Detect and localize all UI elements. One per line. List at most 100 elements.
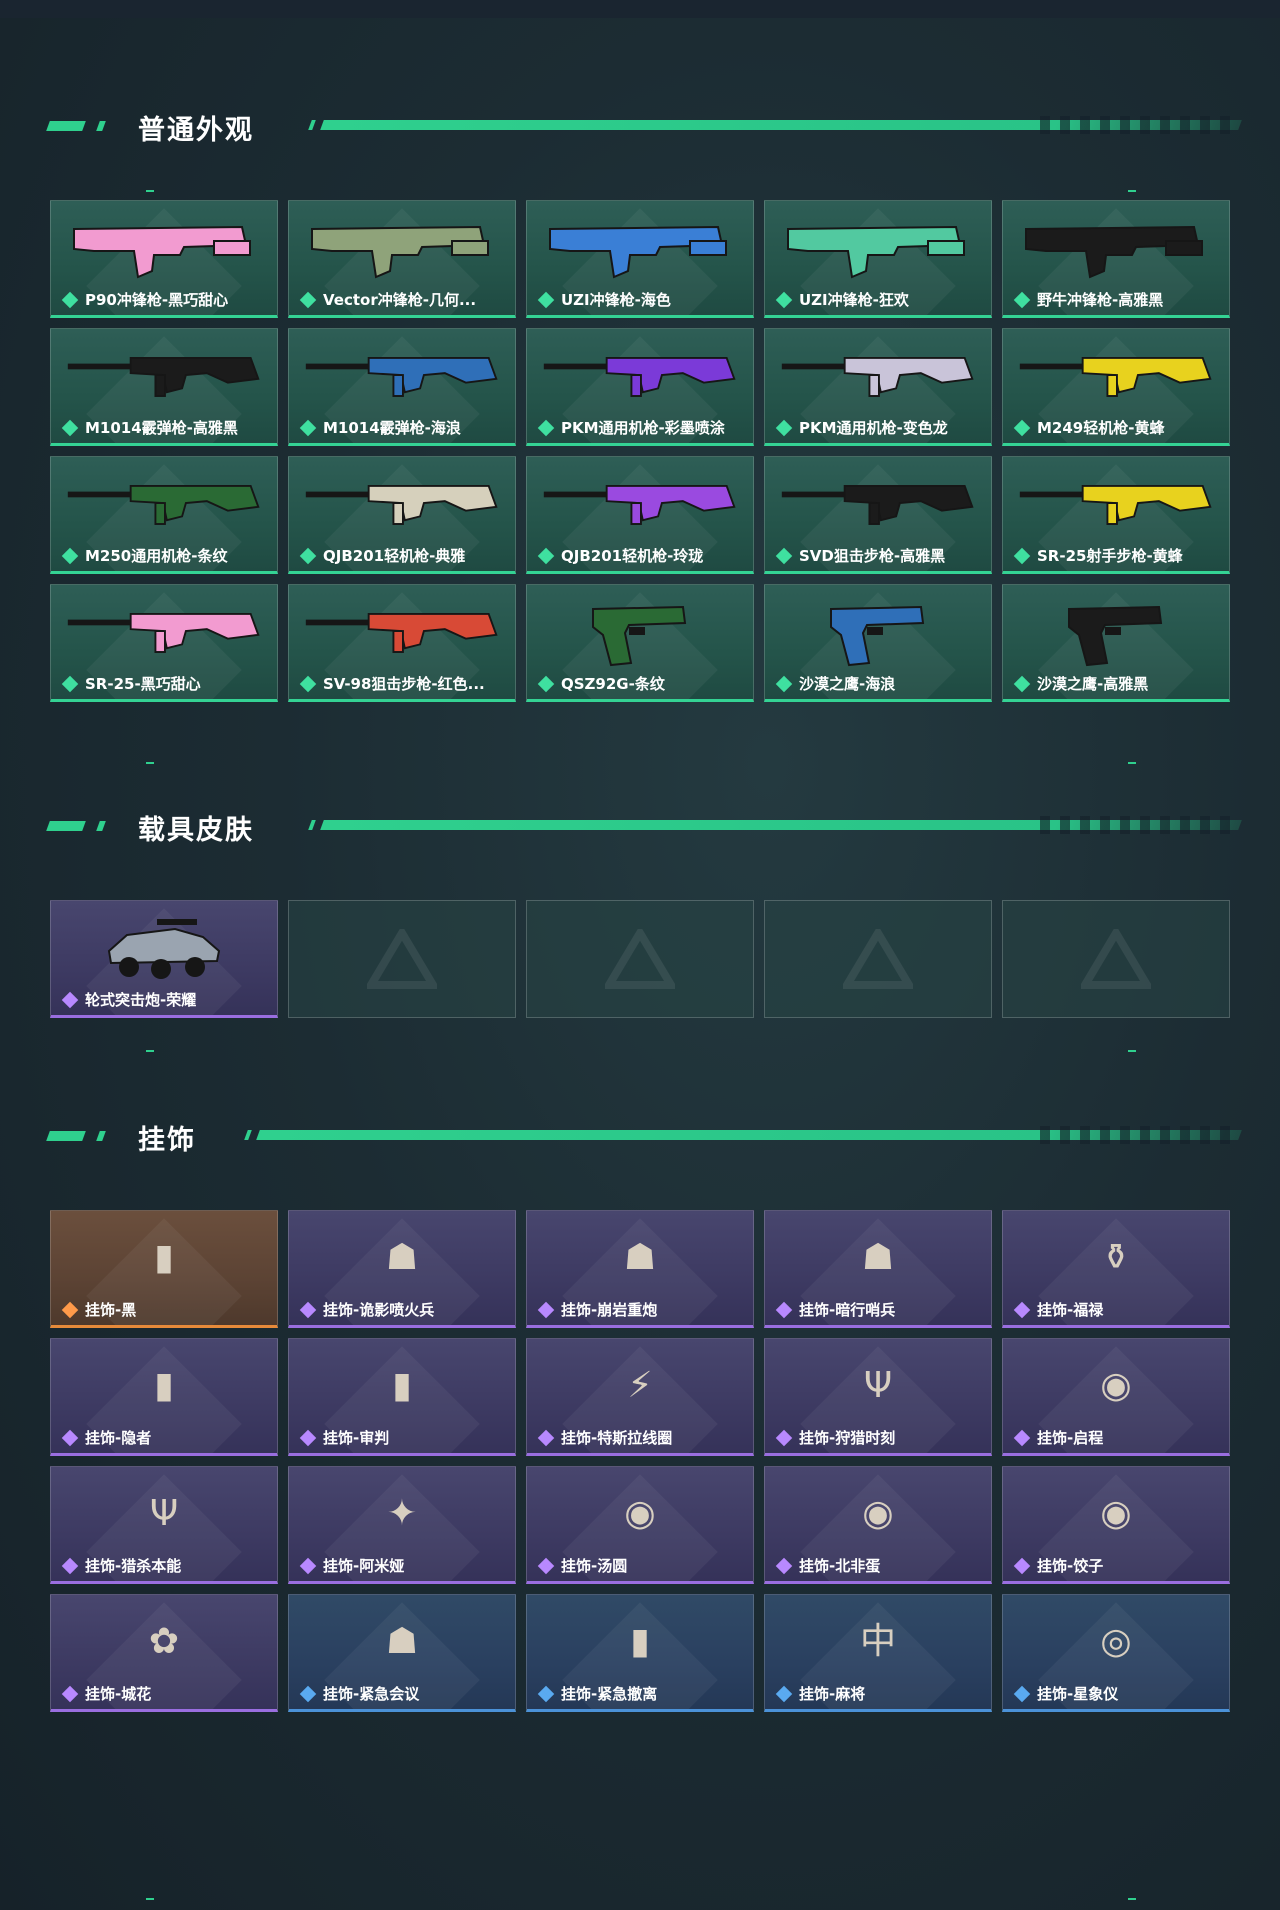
weapons-item-card[interactable]: PKM通用机枪-变色龙 (764, 328, 992, 446)
rarity-diamond-icon (775, 419, 793, 437)
machine-gun-icon (302, 465, 502, 543)
charms-item-card[interactable]: Ψ 挂饰-狩猎时刻 (764, 1338, 992, 1456)
shotgun-icon (64, 337, 264, 415)
charms-item-card[interactable]: ◉ 挂饰-北非蛋 (764, 1466, 992, 1584)
machine-gun-icon (540, 465, 740, 543)
item-name: 挂饰-福禄 (1037, 1301, 1104, 1319)
charms-item-card[interactable]: Ψ 挂饰-猎杀本能 (50, 1466, 278, 1584)
header-checker (1040, 116, 1240, 134)
header-checker (1040, 816, 1240, 834)
header-dash (96, 1131, 106, 1141)
weapons-item-card[interactable]: PKM通用机枪-彩墨喷涂 (526, 328, 754, 446)
item-name: 挂饰-暗行哨兵 (799, 1301, 896, 1319)
accent-mark (1128, 1898, 1136, 1900)
rarity-diamond-icon (1013, 547, 1031, 565)
charms-item-card[interactable]: ☗ 挂饰-暗行哨兵 (764, 1210, 992, 1328)
weapons-item-card[interactable]: QJB201轻机枪-玲珑 (526, 456, 754, 574)
rarity-diamond-icon (1013, 1685, 1031, 1703)
rarity-diamond-icon (537, 1685, 555, 1703)
weapons-item-card[interactable]: 野牛冲锋枪-高雅黑 (1002, 200, 1230, 318)
charms-item-card[interactable]: ☗ 挂饰-崩岩重炮 (526, 1210, 754, 1328)
charm-icon: ◉ (862, 1493, 894, 1534)
charm-icon: ☗ (861, 1237, 895, 1278)
charms-item-card[interactable]: ✦ 挂饰-阿米娅 (288, 1466, 516, 1584)
section-title: 载具皮肤 (138, 815, 254, 846)
charms-item-card[interactable]: ◎ 挂饰-星象仪 (1002, 1594, 1230, 1712)
weapons-item-card[interactable]: M250通用机枪-条纹 (50, 456, 278, 574)
item-name: 挂饰-启程 (1037, 1429, 1104, 1447)
charms-item-card[interactable]: ▮ 挂饰-隐者 (50, 1338, 278, 1456)
charms-item-card[interactable]: ▮ 挂饰-紧急撤离 (526, 1594, 754, 1712)
weapons-item-card[interactable]: SVD狙击步枪-高雅黑 (764, 456, 992, 574)
item-name: 野牛冲锋枪-高雅黑 (1037, 291, 1164, 309)
rarity-diamond-icon (299, 1685, 317, 1703)
weapons-item-card[interactable]: UZI冲锋枪-狂欢 (764, 200, 992, 318)
weapons-item-card[interactable]: SR-25射手步枪-黄蜂 (1002, 456, 1230, 574)
smg-icon (302, 209, 502, 287)
smg-icon (64, 209, 264, 287)
accent-mark (146, 190, 154, 192)
weapons-item-card[interactable]: 沙漠之鹰-海浪 (764, 584, 992, 702)
sniper-rifle-icon (778, 465, 978, 543)
placeholder-logo-icon (367, 929, 437, 989)
rarity-diamond-icon (537, 1301, 555, 1319)
weapons-item-card[interactable]: P90冲锋枪-黑巧甜心 (50, 200, 278, 318)
vehicles-item-card[interactable]: 轮式突击炮-荣耀 (50, 900, 278, 1018)
empty-slot (526, 900, 754, 1018)
placeholder-logo-icon (843, 929, 913, 989)
sniper-rifle-icon (64, 593, 264, 671)
charm-icon: ☗ (385, 1621, 419, 1662)
item-name: 挂饰-猎杀本能 (85, 1557, 182, 1575)
charms-grid: ▮ 挂饰-黑 ☗ 挂饰-诡影喷火兵 ☗ 挂饰-崩岩重炮 ☗ 挂饰-暗行哨兵 ⚱ … (50, 1210, 1230, 1712)
weapons-item-card[interactable]: 沙漠之鹰-高雅黑 (1002, 584, 1230, 702)
item-name: SV-98狙击步枪-红色... (323, 675, 485, 693)
charms-item-card[interactable]: ☗ 挂饰-紧急会议 (288, 1594, 516, 1712)
section-header-weapons: 普通外观 (46, 112, 1242, 146)
charms-item-card[interactable]: ▮ 挂饰-审判 (288, 1338, 516, 1456)
charms-item-card[interactable]: ☗ 挂饰-诡影喷火兵 (288, 1210, 516, 1328)
charms-item-card[interactable]: ▮ 挂饰-黑 (50, 1210, 278, 1328)
charm-icon: ◉ (624, 1493, 656, 1534)
rarity-diamond-icon (775, 1429, 793, 1447)
weapons-item-card[interactable]: QSZ92G-条纹 (526, 584, 754, 702)
charms-item-card[interactable]: ⚡ 挂饰-特斯拉线圈 (526, 1338, 754, 1456)
accent-mark (1128, 1050, 1136, 1052)
rarity-diamond-icon (775, 291, 793, 309)
weapons-item-card[interactable]: Vector冲锋枪-几何... (288, 200, 516, 318)
smg-icon (1016, 209, 1216, 287)
item-name: 挂饰-北非蛋 (799, 1557, 881, 1575)
sniper-rifle-icon (302, 593, 502, 671)
weapons-item-card[interactable]: M1014霰弹枪-海浪 (288, 328, 516, 446)
weapons-item-card[interactable]: UZI冲锋枪-海色 (526, 200, 754, 318)
header-dash (96, 821, 106, 831)
charms-item-card[interactable]: ◉ 挂饰-启程 (1002, 1338, 1230, 1456)
charm-icon: ☗ (623, 1237, 657, 1278)
charms-item-card[interactable]: ◉ 挂饰-汤圆 (526, 1466, 754, 1584)
weapons-item-card[interactable]: M249轻机枪-黄蜂 (1002, 328, 1230, 446)
item-name: SVD狙击步枪-高雅黑 (799, 547, 946, 565)
machine-gun-icon (64, 465, 264, 543)
item-name: Vector冲锋枪-几何... (323, 291, 477, 309)
weapons-item-card[interactable]: SR-25-黑巧甜心 (50, 584, 278, 702)
charms-item-card[interactable]: ◉ 挂饰-饺子 (1002, 1466, 1230, 1584)
machine-gun-icon (540, 337, 740, 415)
rarity-diamond-icon (537, 291, 555, 309)
rarity-diamond-icon (775, 547, 793, 565)
charms-item-card[interactable]: ⚱ 挂饰-福禄 (1002, 1210, 1230, 1328)
placeholder-logo-icon (1081, 929, 1151, 989)
item-name: 挂饰-汤圆 (561, 1557, 628, 1575)
charms-item-card[interactable]: ✿ 挂饰-城花 (50, 1594, 278, 1712)
item-name: SR-25-黑巧甜心 (85, 675, 201, 693)
weapons-item-card[interactable]: SV-98狙击步枪-红色... (288, 584, 516, 702)
weapons-item-card[interactable]: M1014霰弹枪-高雅黑 (50, 328, 278, 446)
charm-icon: ▮ (154, 1237, 174, 1278)
header-dash (308, 820, 316, 830)
rarity-diamond-icon (299, 291, 317, 309)
item-name: PKM通用机枪-变色龙 (799, 419, 948, 437)
charm-icon: Ψ (863, 1365, 893, 1406)
charm-icon: 中 (859, 1621, 896, 1662)
weapons-item-card[interactable]: QJB201轻机枪-典雅 (288, 456, 516, 574)
header-checker (1040, 1126, 1240, 1144)
item-name: PKM通用机枪-彩墨喷涂 (561, 419, 725, 437)
charms-item-card[interactable]: 中 挂饰-麻将 (764, 1594, 992, 1712)
